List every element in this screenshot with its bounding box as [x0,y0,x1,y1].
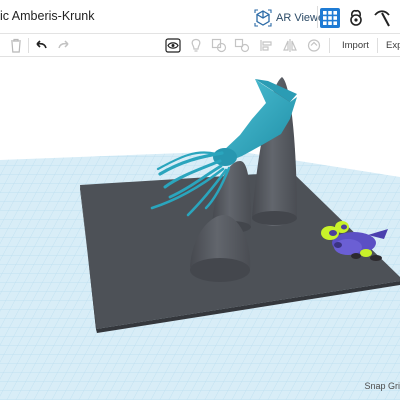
redo-icon[interactable] [56,38,72,53]
edit-toolbar: Import Expo [0,34,400,57]
build-icon[interactable] [346,8,366,28]
design-title[interactable]: ic Amberis-Krunk [0,9,94,23]
pickaxe-icon[interactable] [372,8,392,28]
toolbar-divider [28,38,29,53]
3d-viewport[interactable] [0,57,400,400]
grid-icon [323,11,337,25]
undo-icon[interactable] [33,38,49,53]
group-icon[interactable] [211,38,227,53]
export-button[interactable]: Expo [386,40,400,51]
toolbar-divider [329,38,330,53]
toolbar-divider [317,6,318,28]
align-icon[interactable] [259,38,275,53]
workplane-scene[interactable] [0,57,400,400]
eye-icon[interactable] [165,38,181,53]
ungroup-icon[interactable] [234,38,250,53]
cube-3d-icon [254,9,272,27]
import-button[interactable]: Import [342,40,369,51]
toolbar-divider [377,38,378,53]
cruise-icon[interactable] [306,38,322,53]
top-bar: ic Amberis-Krunk AR Viewer [0,0,400,34]
grid-view-button[interactable] [320,8,340,28]
snap-grid-control[interactable]: Snap Gri [364,381,400,391]
lightbulb-icon[interactable] [188,38,204,53]
mirror-icon[interactable] [282,38,298,53]
trash-icon[interactable] [8,38,24,53]
